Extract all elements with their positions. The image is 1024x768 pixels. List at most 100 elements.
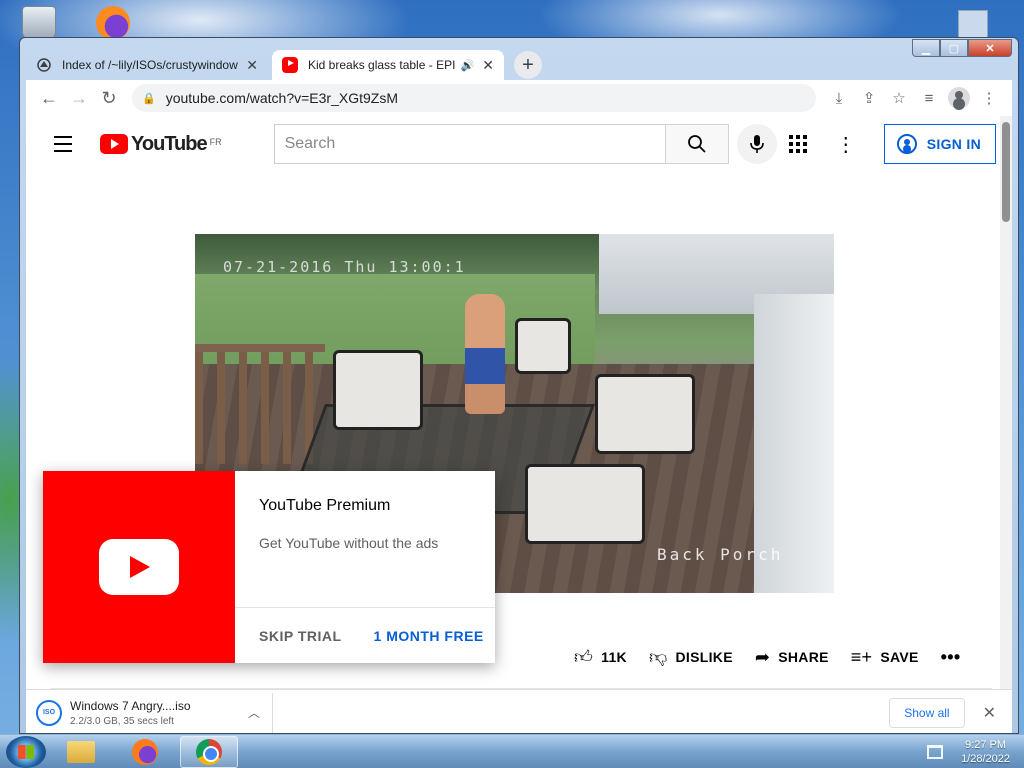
thumbs-up-icon: 👍︎	[574, 647, 594, 667]
search-input[interactable]	[273, 124, 665, 164]
video-frame-chair	[333, 350, 423, 430]
taskbar-chrome[interactable]	[180, 735, 238, 768]
logo-wordmark: YouTube	[131, 132, 208, 155]
promo-banner	[43, 471, 235, 663]
close-window-button[interactable]: ✕	[968, 39, 1012, 57]
recycle-bin-icon[interactable]	[22, 6, 56, 40]
thumbs-down-icon: 👎︎	[648, 647, 668, 667]
lock-icon[interactable]: 🔒	[142, 92, 156, 105]
month-free-button[interactable]: 1 MONTH FREE	[374, 628, 484, 644]
folder-icon	[67, 740, 95, 763]
hamburger-menu-icon[interactable]	[42, 136, 82, 152]
save-label: SAVE	[880, 649, 919, 665]
minimize-button[interactable]: ▁	[912, 39, 940, 57]
url-text[interactable]: youtube.com/watch?v=E3r_XGt9ZsM	[166, 90, 806, 106]
clock[interactable]: 9:27 PM 1/28/2022	[961, 738, 1010, 766]
youtube-logo[interactable]: YouTube FR	[100, 133, 222, 156]
network-icon[interactable]	[927, 744, 944, 759]
user-circle-icon	[896, 134, 917, 154]
share-page-icon[interactable]: ⇪	[854, 83, 884, 113]
window-controls: ▁ ▢ ✕	[912, 39, 1012, 57]
tab-title: Index of /~lily/ISOs/crustywindows	[62, 58, 239, 72]
apps-grid-icon[interactable]	[778, 124, 818, 164]
video-frame-chair	[515, 318, 571, 374]
sign-in-button[interactable]: SIGN IN	[883, 124, 996, 164]
bookmark-star-icon[interactable]: ☆	[884, 83, 914, 113]
forward-arrow-icon[interactable]: →	[64, 83, 94, 113]
video-frame-chair	[525, 464, 645, 544]
voice-search-button[interactable]	[736, 124, 777, 164]
youtube-favicon-icon	[282, 57, 298, 73]
directory-icon	[37, 58, 51, 72]
share-label: SHARE	[778, 649, 829, 665]
youtube-play-logo-icon	[99, 539, 179, 595]
camera-label-overlay: Back Porch	[657, 545, 784, 564]
video-actions: 👍︎ 11K 👎︎ DISLIKE ➦ SHARE ≡+ SAVE •••	[574, 646, 960, 668]
maximize-button[interactable]: ▢	[940, 39, 968, 57]
save-button[interactable]: ≡+ SAVE	[851, 647, 919, 668]
clock-date: 1/28/2022	[961, 752, 1010, 765]
iso-file-icon: ISO	[36, 699, 62, 726]
profile-avatar[interactable]	[944, 83, 974, 113]
promo-title: YouTube Premium	[259, 497, 391, 514]
dislike-button[interactable]: 👎︎ DISLIKE	[649, 646, 733, 668]
tab-index-of[interactable]: Index of /~lily/ISOs/crustywindows ✕	[26, 50, 268, 80]
speaker-icon[interactable]: 🔊	[461, 59, 475, 72]
search-icon	[687, 135, 706, 153]
like-count: 11K	[601, 649, 627, 665]
back-arrow-icon[interactable]: ←	[34, 83, 64, 113]
media-control-icon[interactable]: ≡	[914, 83, 944, 113]
chrome-menu-icon[interactable]: ⋮	[974, 83, 1004, 113]
scrollbar-thumb[interactable]	[1002, 122, 1010, 222]
close-icon[interactable]: ✕	[983, 703, 996, 723]
promo-description: Get YouTube without the ads	[259, 535, 439, 551]
firefox-icon	[132, 738, 158, 765]
download-separator	[272, 692, 273, 733]
taskbar-explorer[interactable]	[52, 736, 110, 768]
search-button[interactable]	[664, 124, 729, 164]
download-status: 2.2/3.0 GB, 35 secs left	[70, 715, 174, 727]
start-button[interactable]	[6, 735, 46, 768]
address-bar[interactable]: 🔒 youtube.com/watch?v=E3r_XGt9ZsM	[132, 84, 816, 112]
taskbar-firefox[interactable]	[116, 736, 174, 768]
chrome-icon	[196, 738, 222, 765]
tab-strip: Index of /~lily/ISOs/crustywindows ✕ Kid…	[26, 46, 542, 80]
like-button[interactable]: 👍︎ 11K	[574, 646, 627, 668]
browser-toolbar: ← → ↻ 🔒 youtube.com/watch?v=E3r_XGt9ZsM …	[26, 80, 1012, 116]
skip-trial-button[interactable]: SKIP TRIAL	[259, 628, 342, 644]
promo-buttons: SKIP TRIAL 1 MONTH FREE	[235, 607, 495, 663]
clock-time: 9:27 PM	[965, 738, 1007, 751]
tab-close-icon[interactable]: ✕	[482, 57, 494, 74]
install-app-icon[interactable]: ⤓	[824, 83, 854, 113]
reload-icon[interactable]: ↻	[94, 83, 124, 113]
search-box	[273, 124, 729, 164]
chevron-up-icon[interactable]: ︿	[248, 704, 260, 721]
youtube-play-logo-icon	[100, 134, 128, 154]
more-actions-icon[interactable]: •••	[941, 647, 961, 668]
page-scrollbar[interactable]	[1000, 116, 1012, 689]
system-tray: 9:27 PM 1/28/2022	[927, 735, 1024, 768]
video-timestamp-overlay: 07-21-2016 Thu 13:00:1	[223, 258, 466, 276]
download-filename: Windows 7 Angry....iso	[70, 698, 191, 713]
profile-icon	[948, 87, 970, 109]
download-info: Windows 7 Angry....iso 2.2/3.0 GB, 35 se…	[70, 699, 248, 727]
share-arrow-icon: ➦	[754, 646, 771, 667]
tab-close-icon[interactable]: ✕	[246, 57, 258, 74]
tab-title: Kid breaks glass table - EPIC	[308, 58, 455, 72]
settings-kebab-icon[interactable]: ⋮	[826, 132, 866, 157]
premium-promo-dialog: YouTube Premium Get YouTube without the …	[43, 471, 495, 663]
sign-in-label: SIGN IN	[926, 136, 981, 152]
windows-taskbar: 9:27 PM 1/28/2022	[0, 734, 1024, 768]
firefox-desktop-icon[interactable]	[96, 6, 130, 40]
playlist-add-icon: ≡+	[850, 646, 873, 667]
video-frame-railing	[195, 344, 325, 464]
video-frame-kid	[465, 294, 505, 414]
tab-youtube-video[interactable]: Kid breaks glass table - EPIC 🔊 ✕	[272, 50, 504, 80]
youtube-header: YouTube FR ⋮ SIGN IN	[26, 116, 1012, 172]
toolbar-actions: ⤓ ⇪ ☆ ≡ ⋮	[824, 83, 1004, 113]
show-all-button[interactable]: Show all	[889, 697, 965, 728]
header-right: ⋮ SIGN IN	[778, 124, 996, 164]
download-item[interactable]: ISO Windows 7 Angry....iso 2.2/3.0 GB, 3…	[36, 693, 260, 733]
share-button[interactable]: ➦ SHARE	[755, 647, 829, 668]
new-tab-button[interactable]: +	[514, 51, 542, 79]
